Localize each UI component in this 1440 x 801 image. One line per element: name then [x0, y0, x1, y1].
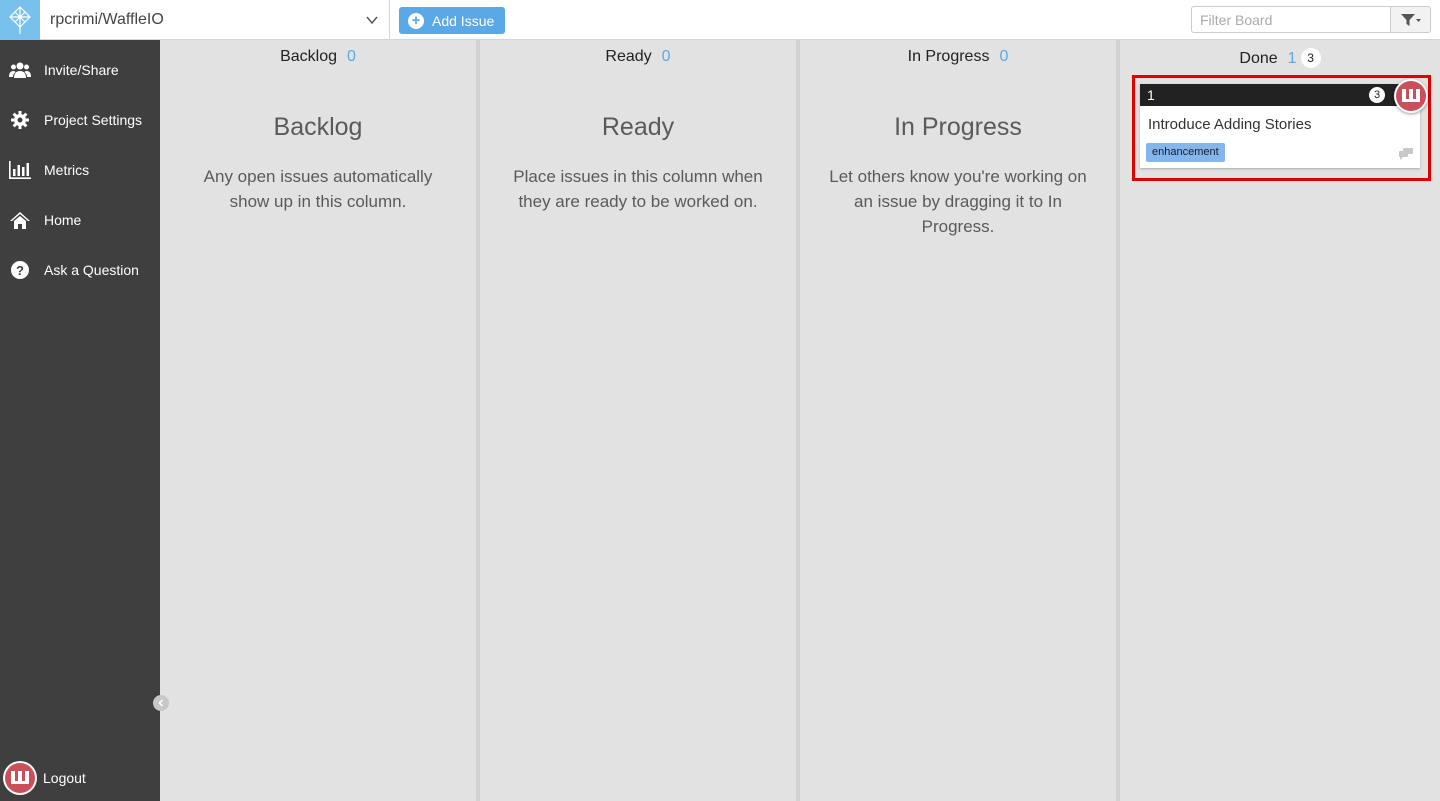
column-backlog: Backlog 0 Backlog Any open issues automat… — [160, 40, 476, 801]
gear-icon — [9, 109, 31, 131]
issue-title[interactable]: Introduce Adding Stories — [1148, 116, 1311, 133]
column-title: Done — [1239, 50, 1278, 67]
repo-name: rpcrimi/WaffleIO — [50, 11, 164, 28]
sidebar-item-label: Metrics — [44, 162, 90, 178]
column-title: Ready — [605, 48, 652, 65]
sidebar-item-project-settings[interactable]: Project Settings — [0, 100, 160, 140]
assignee-avatar[interactable] — [1394, 79, 1428, 113]
sidebar: Invite/Share Project Settings Metrics Ho… — [0, 40, 160, 801]
repo-selector[interactable]: rpcrimi/WaffleIO — [40, 0, 390, 40]
empty-state-description: Let others know you're working on an iss… — [829, 167, 1087, 236]
filter-icon — [1400, 13, 1421, 26]
sidebar-item-label: Project Settings — [44, 112, 143, 128]
empty-state-title: In Progress — [894, 113, 1022, 141]
column-count: 0 — [347, 48, 356, 65]
logout-button[interactable]: Logout — [0, 758, 160, 798]
users-icon — [9, 59, 31, 81]
waffle-logo-icon[interactable] — [0, 0, 40, 40]
filter-board-input[interactable] — [1191, 6, 1391, 33]
column-badge: 3 — [1300, 48, 1321, 68]
empty-state-description: Place issues in this column when they ar… — [513, 167, 763, 211]
empty-state-description: Any open issues automatically show up in… — [203, 167, 433, 211]
column-title: Backlog — [280, 48, 337, 65]
home-icon — [9, 209, 31, 231]
column-count: 0 — [661, 48, 671, 65]
sidebar-item-label: Invite/Share — [44, 62, 119, 78]
column-count: 0 — [999, 48, 1009, 65]
empty-state-title: Ready — [601, 113, 675, 141]
issue-label: enhancement — [1146, 143, 1225, 162]
card-header: 1 3 — [1140, 84, 1420, 106]
issue-card[interactable]: 1 3 Introduce Adding Stories enhancement — [1140, 84, 1420, 168]
column-header: Done 1 3 — [1120, 48, 1440, 68]
column-in-progress: In Progress 0 In Progress Let others know… — [800, 40, 1116, 801]
filter-dropdown-button[interactable] — [1390, 6, 1431, 33]
comment-count-badge: 3 — [1369, 87, 1385, 103]
add-issue-label: Add Issue — [432, 12, 495, 29]
comment-icon[interactable] — [1399, 148, 1413, 160]
plus-circle-icon: + — [408, 12, 424, 29]
top-bar: rpcrimi/WaffleIO + Add Issue — [0, 0, 1440, 40]
column-count: 1 — [1287, 50, 1297, 67]
sidebar-collapse-button[interactable] — [153, 695, 169, 711]
sidebar-item-invite-share[interactable]: Invite/Share — [0, 50, 160, 90]
logout-label: Logout — [43, 770, 86, 786]
user-avatar — [3, 761, 37, 795]
sidebar-item-ask-question[interactable]: ? Ask a Question — [0, 250, 160, 290]
svg-text:?: ? — [16, 263, 24, 278]
chevron-left-icon — [158, 699, 164, 707]
sidebar-item-home[interactable]: Home — [0, 200, 160, 240]
issue-number: 1 — [1147, 87, 1155, 103]
sidebar-item-label: Ask a Question — [44, 262, 139, 278]
sidebar-item-metrics[interactable]: Metrics — [0, 150, 160, 190]
question-icon: ? — [9, 259, 31, 281]
column-header: Ready 0 — [480, 48, 796, 66]
column-title: In Progress — [907, 48, 990, 65]
add-issue-button[interactable]: + Add Issue — [399, 7, 505, 34]
column-header: In Progress 0 — [800, 48, 1116, 66]
chevron-down-icon — [366, 16, 378, 25]
column-header: Backlog 0 — [160, 48, 476, 66]
column-ready: Ready 0 Ready Place issues in this column… — [480, 40, 796, 801]
empty-state-title: Backlog — [273, 113, 363, 141]
sidebar-item-label: Home — [44, 212, 82, 228]
bar-chart-icon — [9, 159, 31, 181]
